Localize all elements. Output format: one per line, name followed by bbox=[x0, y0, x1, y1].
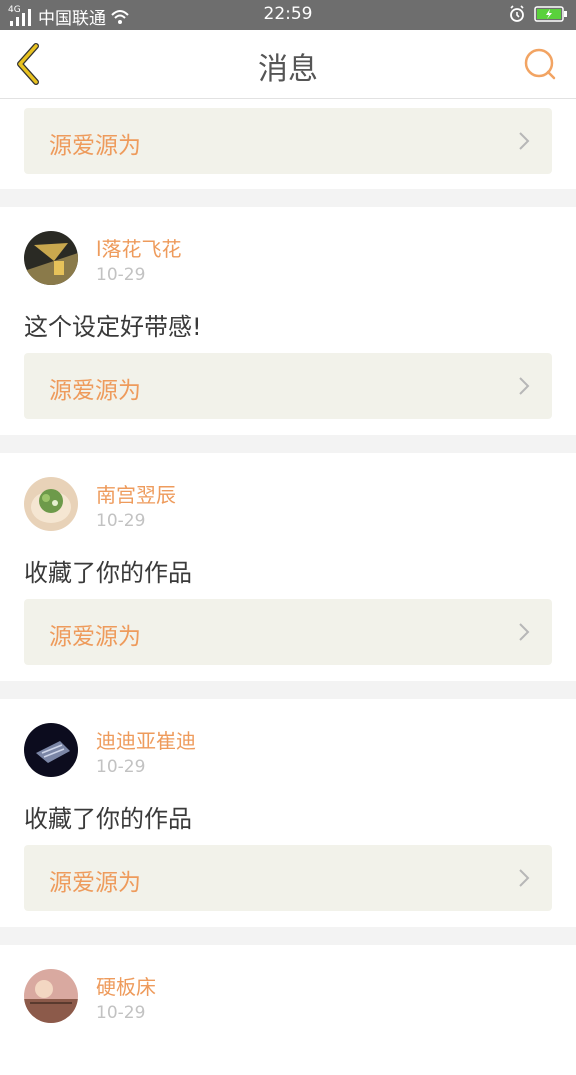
message-text: 收藏了你的作品 bbox=[24, 559, 192, 587]
work-link[interactable]: 源爱源为 bbox=[24, 599, 552, 665]
work-link[interactable]: 源爱源为 bbox=[24, 353, 552, 419]
page-title: 消息 bbox=[258, 52, 318, 87]
chevron-right-icon bbox=[519, 377, 530, 395]
message-card: 硬板床 10-29 bbox=[0, 945, 576, 1075]
status-bar-right bbox=[508, 5, 568, 23]
nav-bar: 消息 bbox=[0, 30, 576, 99]
avatar[interactable] bbox=[24, 231, 78, 285]
username[interactable]: l落花飞花 bbox=[96, 233, 182, 262]
message-text: 收藏了你的作品 bbox=[24, 805, 192, 833]
message-card: 源爱源为 bbox=[0, 99, 576, 189]
avatar-image bbox=[24, 231, 78, 285]
message-date: 10-29 bbox=[96, 757, 146, 777]
chevron-right-icon bbox=[519, 132, 530, 150]
avatar[interactable] bbox=[24, 723, 78, 777]
work-title: 源爱源为 bbox=[49, 624, 141, 650]
avatar-image bbox=[24, 723, 78, 777]
username[interactable]: 硬板床 bbox=[96, 971, 156, 1000]
username[interactable]: 迪迪亚崔迪 bbox=[96, 725, 196, 754]
status-time: 22:59 bbox=[263, 4, 313, 24]
work-link[interactable]: 源爱源为 bbox=[24, 108, 552, 174]
avatar-image bbox=[24, 969, 78, 1023]
avatar[interactable] bbox=[24, 969, 78, 1023]
battery-icon bbox=[534, 6, 567, 22]
message-card: l落花飞花 10-29 这个设定好带感! 源爱源为 bbox=[0, 207, 576, 435]
work-link[interactable]: 源爱源为 bbox=[24, 845, 552, 911]
message-date: 10-29 bbox=[96, 1003, 146, 1023]
message-text: 这个设定好带感! bbox=[24, 313, 202, 341]
search-icon bbox=[524, 48, 556, 80]
message-list[interactable]: 源爱源为 l落花飞花 10-29 这个设定好带感! 源爱源为 南宫翌辰 10-2… bbox=[0, 99, 576, 1075]
work-title: 源爱源为 bbox=[49, 378, 141, 404]
search-button[interactable] bbox=[520, 44, 560, 84]
chevron-right-icon bbox=[519, 869, 530, 887]
chevron-right-icon bbox=[519, 623, 530, 641]
message-card: 南宫翌辰 10-29 收藏了你的作品 源爱源为 bbox=[0, 453, 576, 681]
work-title: 源爱源为 bbox=[49, 870, 141, 896]
work-title: 源爱源为 bbox=[49, 133, 141, 159]
username[interactable]: 南宫翌辰 bbox=[96, 479, 176, 508]
avatar-image bbox=[24, 477, 78, 531]
message-card: 迪迪亚崔迪 10-29 收藏了你的作品 源爱源为 bbox=[0, 699, 576, 927]
message-date: 10-29 bbox=[96, 265, 146, 285]
alarm-icon bbox=[510, 5, 524, 22]
status-bar: 4G 中国联通 22:59 bbox=[0, 0, 576, 30]
avatar[interactable] bbox=[24, 477, 78, 531]
message-date: 10-29 bbox=[96, 511, 146, 531]
